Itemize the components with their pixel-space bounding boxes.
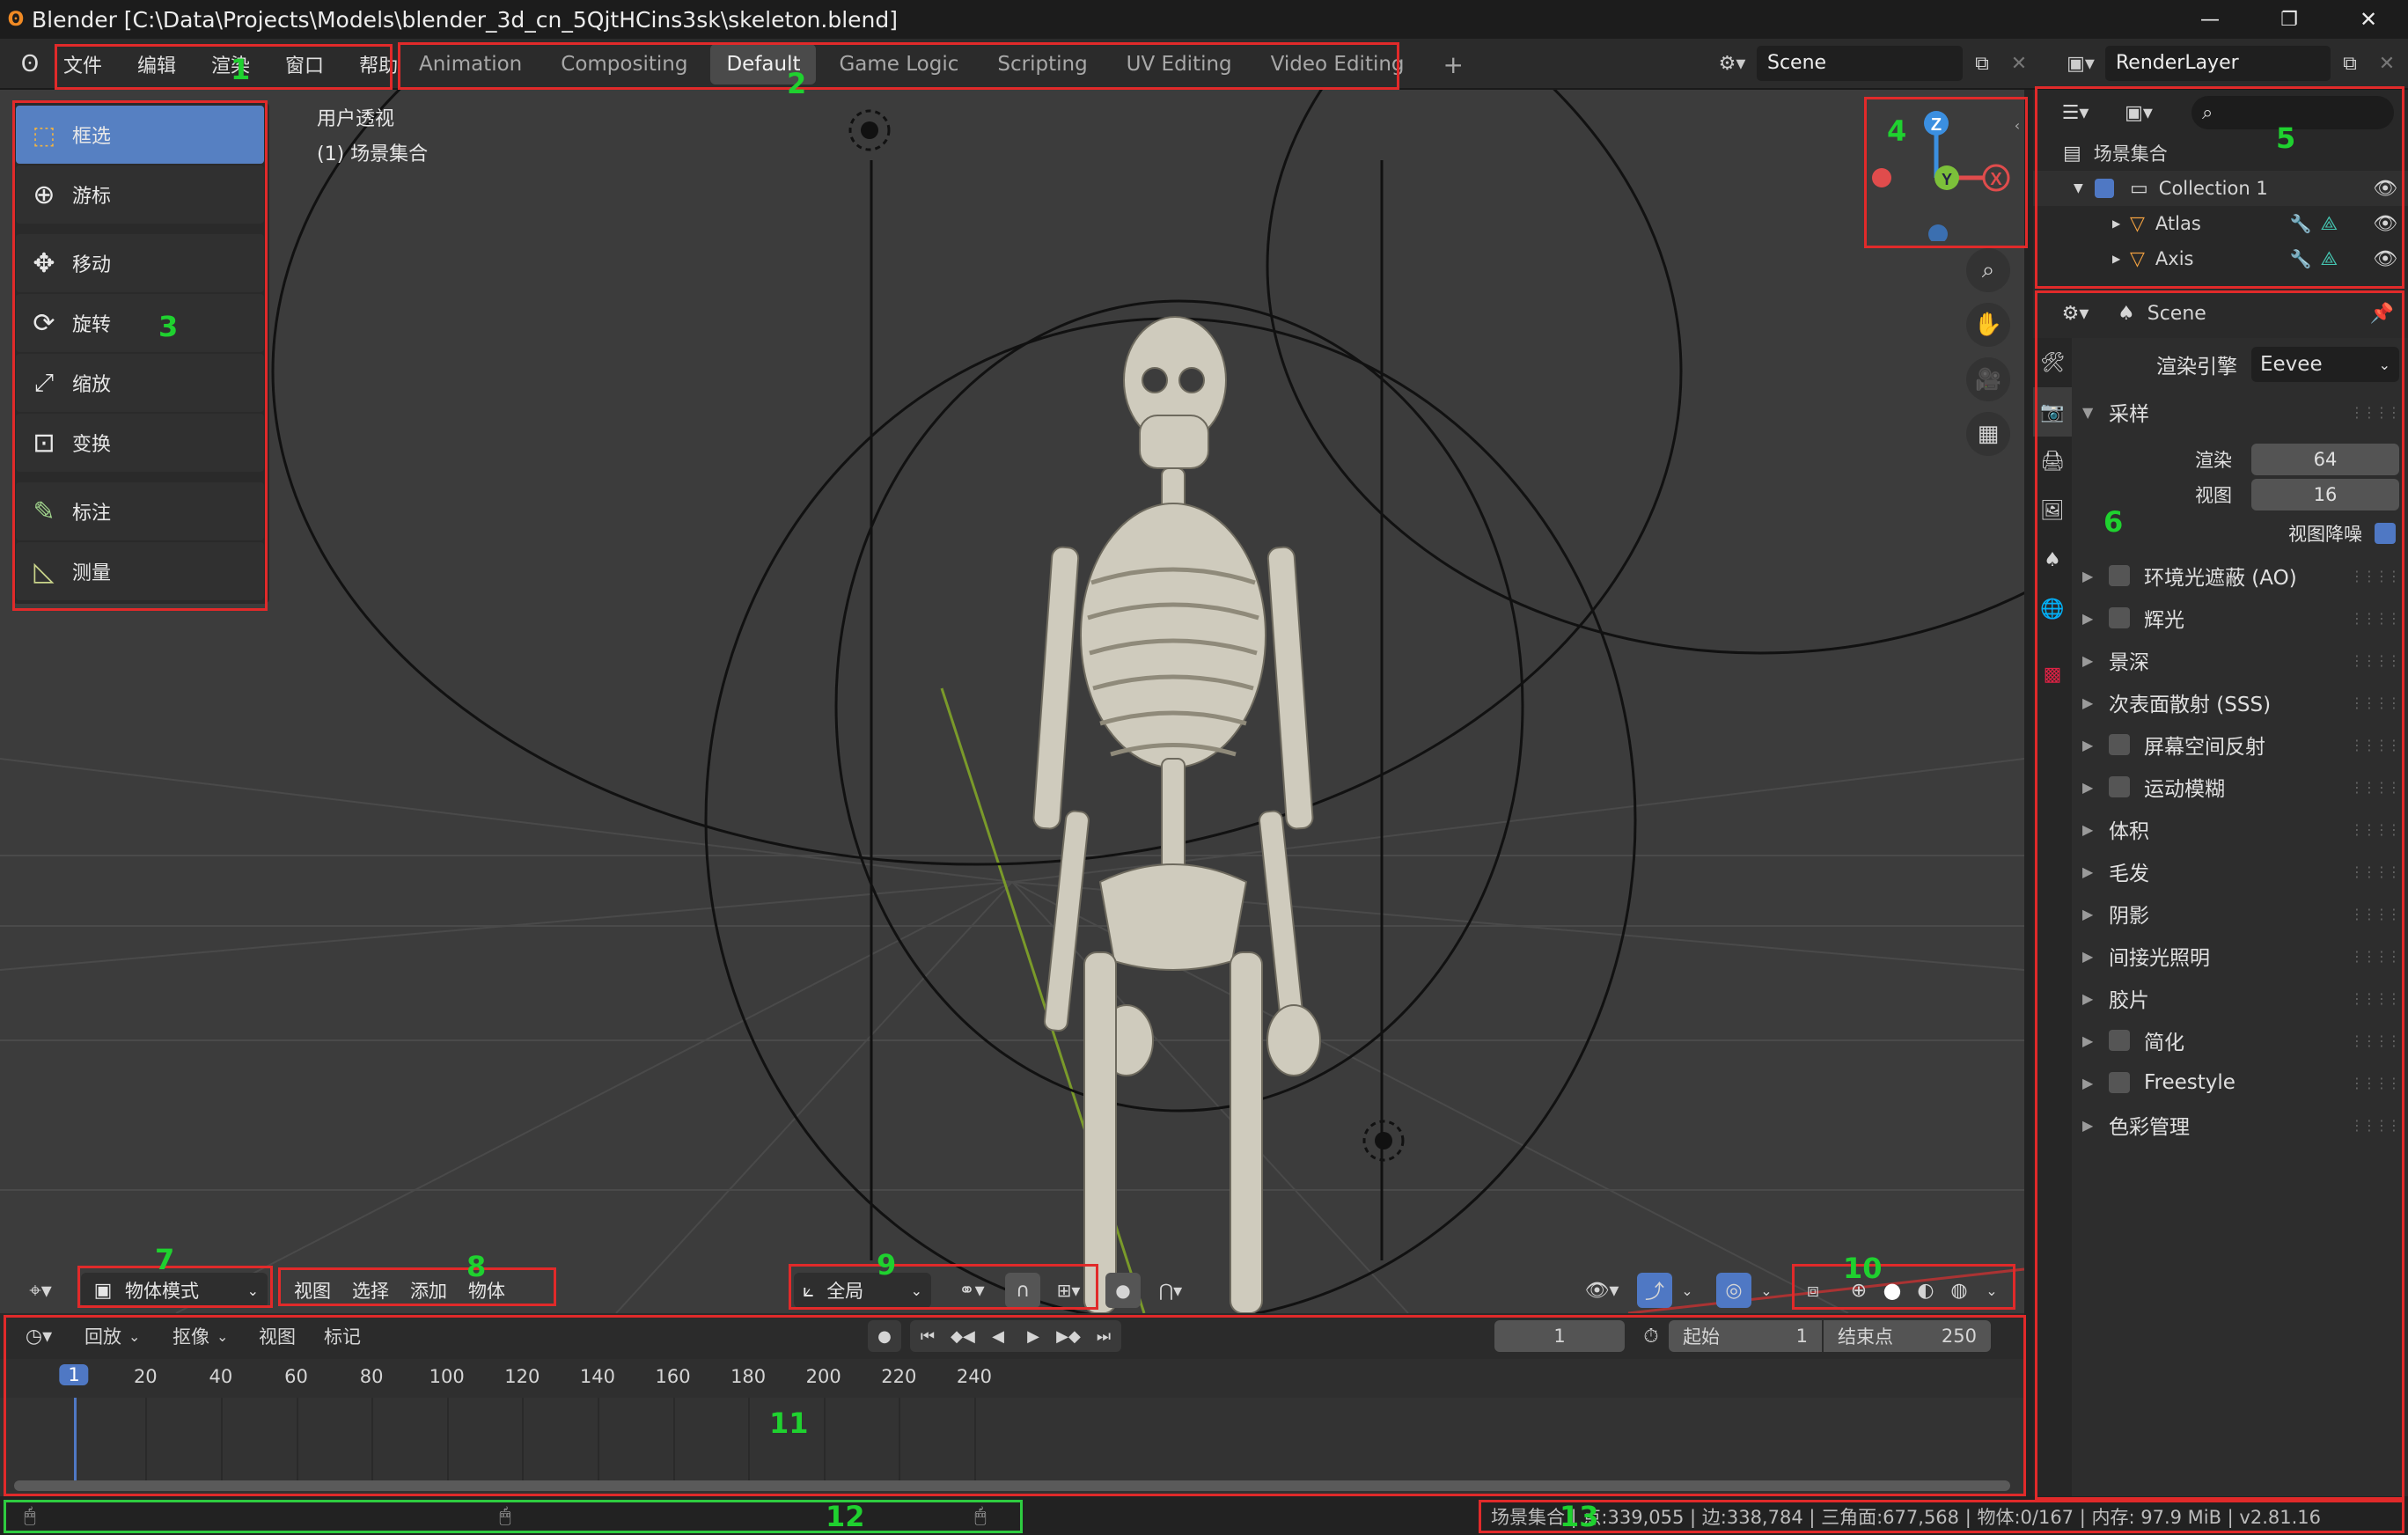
remove-scene-icon[interactable]: ✕ bbox=[2001, 46, 2037, 81]
blender-logo-icon: ʘ bbox=[7, 8, 25, 31]
annotation-number-6: 6 bbox=[2103, 505, 2124, 539]
skeleton-model[interactable] bbox=[1032, 316, 1321, 1313]
annotation-number-9: 9 bbox=[877, 1248, 897, 1282]
view-nav-buttons: ⌕ ✋ 🎥 ▦ bbox=[1966, 248, 2010, 456]
annotation-box-7 bbox=[77, 1266, 273, 1308]
gizmo-toggle-icon[interactable]: ⤴ bbox=[1637, 1273, 1672, 1308]
annotation-box-11 bbox=[4, 1315, 2026, 1496]
view-name: 用户透视 bbox=[317, 108, 395, 130]
annotation-number-1: 1 bbox=[231, 53, 251, 86]
overlays-toggle-icon[interactable]: ◎ bbox=[1716, 1273, 1751, 1308]
annotation-box-8 bbox=[278, 1267, 556, 1306]
annotation-box-13 bbox=[1479, 1500, 2404, 1533]
annotation-number-13: 13 bbox=[1560, 1500, 1599, 1533]
gizmo-menu-icon[interactable]: ⌄ bbox=[1674, 1273, 1700, 1308]
visibility-icon[interactable]: 👁▾ bbox=[1577, 1273, 1626, 1308]
annotation-number-2: 2 bbox=[787, 67, 807, 100]
render-layer-selector[interactable]: ▣▾ RenderLayer ⧉ ✕ bbox=[2056, 44, 2408, 83]
title-bar: ʘ Blender [C:\Data\Projects\Models\blend… bbox=[0, 0, 2408, 39]
annotation-box-3 bbox=[12, 100, 268, 611]
close-button[interactable]: ✕ bbox=[2329, 0, 2408, 39]
annotation-number-12: 12 bbox=[826, 1500, 865, 1533]
viewport-info: 用户透视 (1) 场景集合 bbox=[317, 102, 428, 173]
remove-layer-icon[interactable]: ✕ bbox=[2369, 46, 2404, 81]
overlays-menu-icon[interactable]: ⌄ bbox=[1753, 1273, 1780, 1308]
camera-view-icon[interactable]: 🎥 bbox=[1966, 357, 2010, 401]
window-title: Blender [C:\Data\Projects\Models\blender… bbox=[32, 6, 898, 33]
maximize-button[interactable]: ❐ bbox=[2250, 0, 2329, 39]
annotation-number-3: 3 bbox=[158, 310, 179, 343]
annotation-box-10 bbox=[1792, 1264, 2015, 1310]
ortho-grid-icon[interactable]: ▦ bbox=[1966, 412, 2010, 456]
zoom-icon[interactable]: ⌕ bbox=[1966, 248, 2010, 292]
annotation-number-11: 11 bbox=[769, 1406, 809, 1440]
annotation-number-10: 10 bbox=[1843, 1252, 1883, 1285]
annotation-box-9 bbox=[789, 1264, 1098, 1310]
annotation-number-7: 7 bbox=[155, 1243, 175, 1276]
annotation-box-12 bbox=[4, 1500, 1023, 1533]
blender-menu-icon[interactable]: ʘ bbox=[12, 48, 48, 81]
scene-selector[interactable]: ⚙▾ Scene ⧉ ✕ bbox=[1707, 44, 2042, 83]
3d-viewport[interactable]: 用户透视 (1) 场景集合 ⬚ 框选 ⊕ 游标 ✥ 移动 ⟳ 旋转 ⤢ 缩放 ⊡ 变换 ✎ 标… bbox=[0, 90, 2024, 1313]
annotation-box-5 bbox=[2035, 86, 2404, 289]
viewport-scene bbox=[0, 90, 2024, 1313]
pan-hand-icon[interactable]: ✋ bbox=[1966, 303, 2010, 347]
falloff-icon[interactable]: ⋂▾ bbox=[1144, 1273, 1197, 1308]
annotation-number-5: 5 bbox=[2276, 121, 2296, 155]
proportional-edit-icon[interactable]: ● bbox=[1105, 1273, 1141, 1308]
scene-name[interactable]: Scene bbox=[1757, 46, 1963, 81]
annotation-box-6 bbox=[2035, 290, 2404, 1500]
annotation-box-2 bbox=[398, 42, 1399, 90]
render-layer-name[interactable]: RenderLayer bbox=[2105, 46, 2331, 81]
render-layer-icon: ▣▾ bbox=[2067, 52, 2095, 75]
copy-layer-icon[interactable]: ⧉ bbox=[2331, 46, 2369, 81]
annotation-box-1 bbox=[55, 44, 393, 90]
copy-scene-icon[interactable]: ⧉ bbox=[1963, 46, 2001, 81]
active-collection: (1) 场景集合 bbox=[317, 143, 429, 165]
annotation-number-8: 8 bbox=[466, 1250, 487, 1283]
editor-type-icon[interactable]: ⌖▾ bbox=[14, 1273, 67, 1308]
scene-icon: ⚙▾ bbox=[1718, 52, 1746, 75]
annotation-number-4: 4 bbox=[1887, 114, 1907, 148]
add-workspace-button[interactable]: + bbox=[1428, 44, 1479, 84]
minimize-button[interactable]: — bbox=[2170, 0, 2250, 39]
